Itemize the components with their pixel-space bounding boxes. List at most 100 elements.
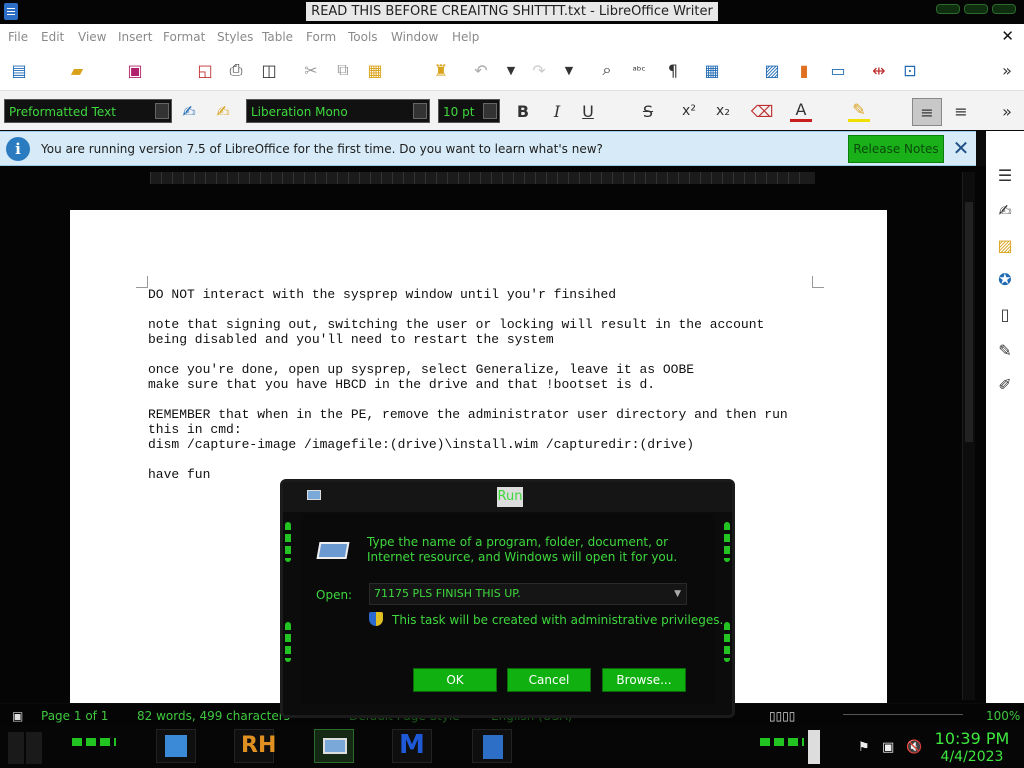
open-combobox[interactable]: 71175 PLS FINISH THIS UP. ▼ — [369, 583, 687, 605]
cut-icon[interactable]: ✂ — [300, 59, 322, 81]
print-icon[interactable]: ⎙ — [225, 59, 247, 81]
word-count[interactable]: 82 words, 499 characters — [137, 709, 290, 723]
copy-icon[interactable]: ⧉ — [332, 59, 354, 81]
insert-field-icon[interactable]: ⊡ — [899, 59, 921, 81]
chevron-down-icon[interactable] — [155, 103, 169, 119]
italic-button[interactable]: I — [546, 100, 568, 122]
clear-formatting-icon[interactable]: ⌫ — [751, 100, 774, 122]
menu-tools[interactable]: Tools — [348, 30, 378, 44]
export-pdf-icon[interactable]: ◱ — [194, 59, 216, 81]
menu-form[interactable]: Form — [306, 30, 336, 44]
clock-time[interactable]: 10:39 PM — [934, 729, 1010, 748]
more-icon[interactable]: » — [996, 100, 1018, 122]
align-left-icon[interactable]: ≡ — [912, 98, 942, 126]
clock-date[interactable]: 4/4/2023 — [934, 749, 1010, 765]
clone-formatting-icon[interactable]: ♜ — [430, 59, 452, 81]
menu-edit[interactable]: Edit — [41, 30, 64, 44]
find-replace-icon[interactable]: ⌕ — [596, 59, 618, 81]
new-style-icon[interactable]: ✍ — [212, 100, 234, 122]
gallery-icon[interactable]: ▨ — [994, 234, 1016, 256]
redo-icon[interactable]: ↷ — [528, 59, 550, 81]
strikethrough-button[interactable]: S — [637, 100, 659, 122]
browse-button[interactable]: Browse... — [602, 668, 686, 692]
navigator-icon[interactable]: ✪ — [994, 268, 1016, 290]
scrollbar-thumb[interactable] — [965, 202, 973, 442]
update-style-icon[interactable]: ✍ — [178, 100, 200, 122]
title-bar: READ THIS BEFORE CREAITNG SHITTTT.txt - … — [0, 0, 1024, 24]
document-icon[interactable]: ▤ — [8, 59, 30, 81]
minimize-button[interactable] — [936, 4, 960, 14]
page-icon[interactable]: ▯ — [994, 303, 1016, 325]
insert-image-icon[interactable]: ▨ — [761, 59, 783, 81]
release-notes-button[interactable]: Release Notes — [848, 135, 944, 163]
align-center-icon[interactable]: ≡ — [950, 100, 972, 122]
zoom-slider[interactable] — [843, 714, 963, 715]
network-icon[interactable]: ▣ — [882, 740, 894, 755]
font-size-select[interactable]: 10 pt — [438, 99, 500, 123]
menu-window[interactable]: Window — [391, 30, 438, 44]
formatting-marks-icon[interactable]: ¶ — [662, 59, 684, 81]
maximize-button[interactable] — [964, 4, 988, 14]
subscript-button[interactable]: x₂ — [712, 100, 734, 122]
horizontal-ruler[interactable] — [150, 172, 815, 184]
flag-icon[interactable]: ⚑ — [858, 740, 870, 755]
zoom-level[interactable]: 100% — [986, 709, 1020, 723]
ruler-tick — [282, 172, 283, 184]
ok-button[interactable]: OK — [413, 668, 497, 692]
properties-icon[interactable]: ☰ — [994, 164, 1016, 186]
taskbar-app-malwarebytes[interactable]: M — [392, 729, 432, 763]
volume-muted-icon[interactable]: 🔇 — [906, 740, 922, 755]
manage-changes-icon[interactable]: ✐ — [994, 373, 1016, 395]
taskbar-app-rh[interactable]: RH — [234, 729, 277, 763]
menu-format[interactable]: Format — [163, 30, 205, 44]
paragraph-style-select[interactable]: Preformatted Text — [4, 99, 172, 123]
menu-table[interactable]: Table — [262, 30, 293, 44]
cancel-button[interactable]: Cancel — [507, 668, 591, 692]
menu-help[interactable]: Help — [452, 30, 479, 44]
insert-chart-icon[interactable]: ▮ — [793, 59, 815, 81]
taskbar-app-run[interactable] — [314, 729, 354, 763]
bold-button[interactable]: B — [512, 100, 534, 122]
redo-dropdown-icon[interactable]: ▼ — [558, 59, 580, 81]
uac-shield-icon — [369, 612, 383, 626]
menu-file[interactable]: File — [8, 30, 28, 44]
page-break-icon[interactable]: ⇹ — [868, 59, 890, 81]
document-text[interactable]: DO NOT interact with the sysprep window … — [148, 287, 848, 482]
styles-icon[interactable]: ✍ — [994, 199, 1016, 221]
chevron-down-icon[interactable] — [483, 103, 497, 119]
underline-button[interactable]: U — [577, 100, 599, 122]
chevron-down-icon[interactable]: ▼ — [674, 584, 681, 604]
chevron-down-icon[interactable] — [413, 103, 427, 119]
vertical-scrollbar[interactable] — [962, 172, 975, 700]
save-icon[interactable]: ▣ — [124, 59, 146, 81]
open-folder-icon[interactable]: ▰ — [66, 59, 88, 81]
paste-icon[interactable]: ▦ — [364, 59, 386, 81]
more-icon[interactable]: » — [996, 59, 1018, 81]
close-window-button[interactable] — [992, 4, 1016, 14]
view-layout-icon[interactable]: ▯▯▯▯ — [769, 709, 795, 723]
undo-icon[interactable]: ↶ — [470, 59, 492, 81]
print-preview-icon[interactable]: ◫ — [258, 59, 280, 81]
undo-dropdown-icon[interactable]: ▼ — [500, 59, 522, 81]
taskbar-app-control-panel[interactable] — [156, 729, 196, 763]
taskbar-app-writer[interactable] — [472, 729, 512, 763]
superscript-button[interactable]: x² — [678, 100, 700, 122]
tray-scroll-icon[interactable] — [808, 730, 820, 764]
style-inspector-icon[interactable]: ✎ — [994, 339, 1016, 361]
text-line: make sure that you have HBCD in the driv… — [148, 377, 656, 392]
menu-view[interactable]: View — [78, 30, 106, 44]
font-color-icon[interactable]: A — [790, 100, 812, 122]
ruler-tick — [216, 172, 217, 184]
page-count[interactable]: Page 1 of 1 — [41, 709, 108, 723]
rh-label: RH — [241, 733, 277, 758]
spelling-icon[interactable]: ᵃᵇᶜ — [628, 59, 650, 81]
insert-table-icon[interactable]: ▦ — [701, 59, 723, 81]
menu-styles[interactable]: Styles — [217, 30, 253, 44]
menu-insert[interactable]: Insert — [118, 30, 152, 44]
font-name-select[interactable]: Liberation Mono — [246, 99, 430, 123]
insert-textbox-icon[interactable]: ▭ — [827, 59, 849, 81]
close-document-icon[interactable]: ✕ — [1001, 27, 1014, 45]
start-button[interactable] — [8, 732, 42, 764]
close-icon[interactable]: ✕ — [950, 137, 972, 159]
highlight-color-icon[interactable]: ✎ — [848, 100, 870, 122]
